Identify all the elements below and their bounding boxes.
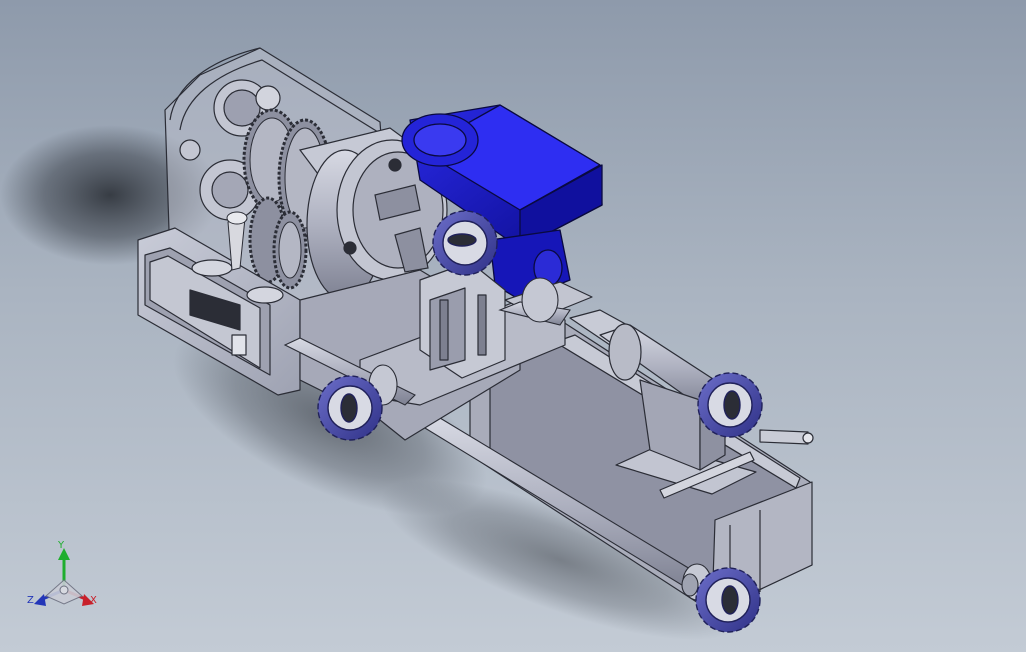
orientation-triad[interactable]: Y X Z [24, 538, 104, 618]
toolpost-handwheel[interactable] [432, 210, 498, 276]
cross-slide-handwheel[interactable] [317, 375, 383, 441]
graphics-viewport[interactable]: Y X Z [0, 0, 1026, 652]
tailstock-handwheel[interactable] [697, 372, 763, 438]
triad-origin [59, 585, 69, 595]
lathe-3d-model[interactable] [0, 0, 1026, 652]
z-axis-arrow [34, 594, 46, 606]
z-axis-label: Z [27, 595, 34, 606]
x-axis-label: X [90, 595, 97, 606]
lead-screw-handwheel[interactable] [695, 567, 761, 633]
y-axis-label: Y [58, 540, 65, 551]
